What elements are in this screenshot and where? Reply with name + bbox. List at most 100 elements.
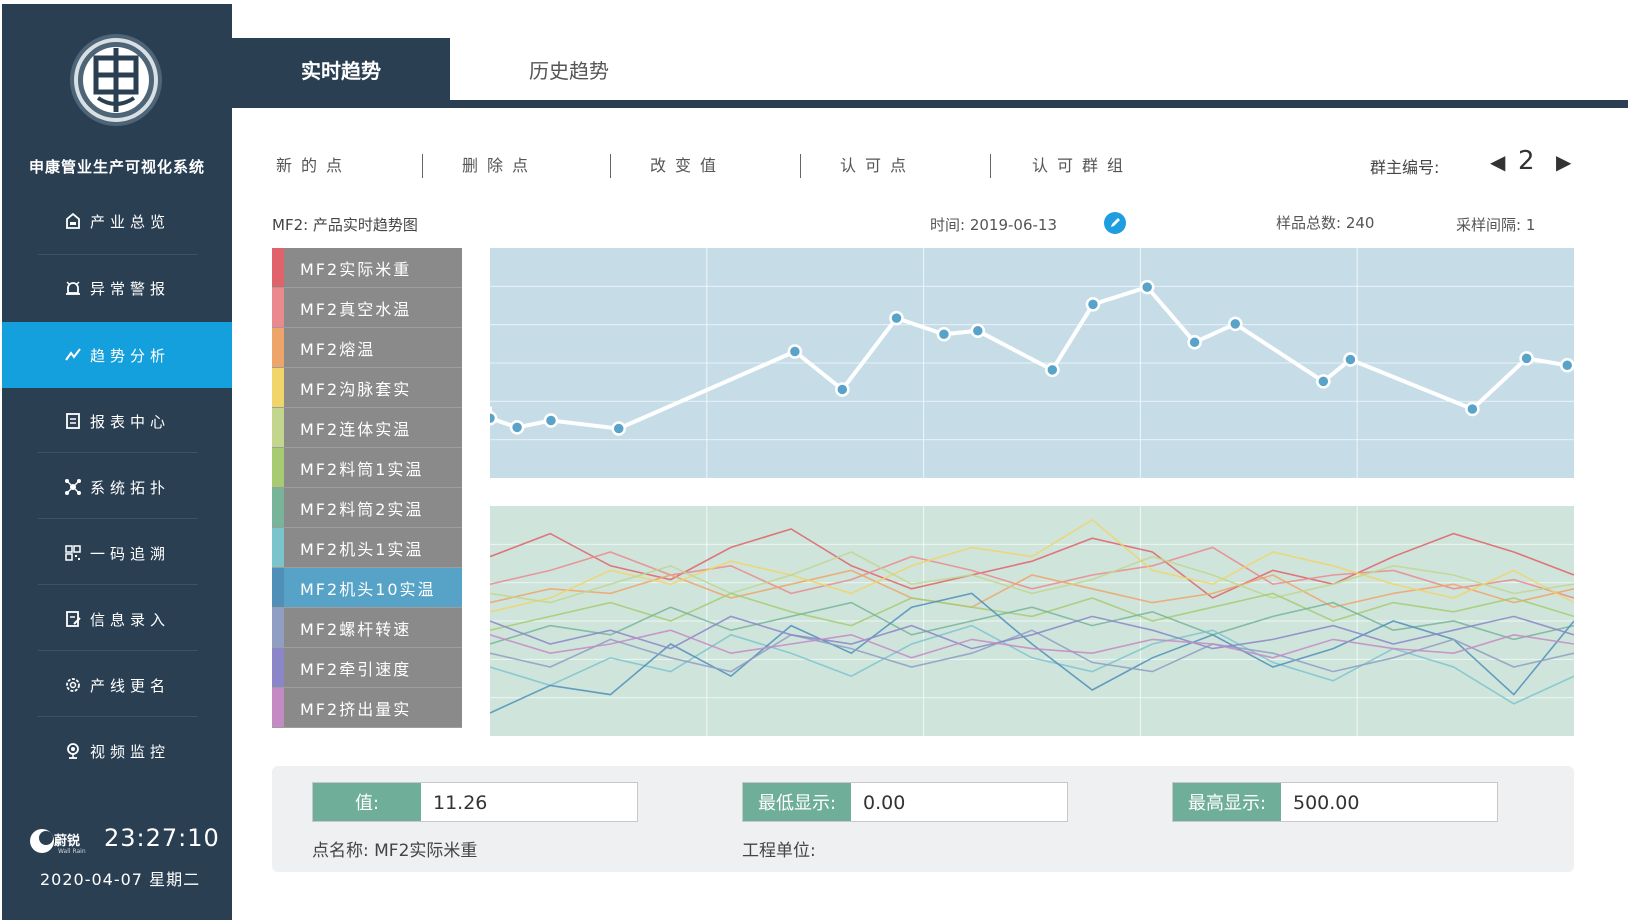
- data-point: [1559, 358, 1574, 373]
- legend-item[interactable]: MF2牵引速度: [272, 648, 462, 688]
- nav-divider: [38, 716, 198, 717]
- toolbar-divider: [800, 154, 801, 178]
- edit-icon: [66, 611, 81, 627]
- home-icon: [66, 212, 80, 229]
- legend-label: MF2牵引速度: [300, 659, 412, 679]
- toolbar-divider: [990, 154, 991, 178]
- legend-label: MF2熔温: [300, 339, 376, 359]
- nav-item-overview[interactable]: 产业总览: [2, 188, 232, 254]
- report-icon: [66, 413, 80, 429]
- camera-icon: [67, 743, 79, 759]
- legend-color-swatch: [272, 368, 284, 407]
- data-point: [970, 323, 986, 339]
- calendar-edit-icon[interactable]: [1104, 212, 1126, 234]
- new-point-button[interactable]: 新的点: [276, 152, 351, 176]
- alarm-icon: [65, 281, 80, 295]
- min-display-field: 最低显示:: [742, 782, 1068, 823]
- data-point: [1519, 351, 1534, 366]
- nav-item-rename[interactable]: 产线更名: [2, 652, 232, 718]
- nav-divider: [38, 518, 198, 519]
- nav-item-trend[interactable]: 趋势分析: [2, 322, 232, 388]
- clock-time: 23:27:10: [104, 824, 220, 852]
- legend-label: MF2连体实温: [300, 419, 412, 439]
- nav-label: 报表中心: [89, 412, 170, 431]
- group-number-label: 群主编号:: [1370, 158, 1440, 177]
- data-point: [509, 420, 525, 435]
- legend-item[interactable]: MF2真空水温: [272, 288, 462, 328]
- brand-name: 蔚锐: [54, 834, 81, 849]
- legend-label: MF2沟脉套实: [300, 379, 412, 399]
- group-prev-arrow-icon[interactable]: ◀: [1490, 150, 1505, 174]
- toolbar-divider: [422, 154, 423, 178]
- legend-item[interactable]: MF2挤出量实: [272, 688, 462, 728]
- data-point: [1085, 297, 1101, 312]
- nav-divider: [38, 650, 198, 651]
- legend-item[interactable]: MF2实际米重: [272, 248, 462, 288]
- approve-group-button[interactable]: 认可群组: [1032, 152, 1132, 176]
- data-point: [936, 327, 952, 342]
- data-point: [787, 344, 803, 359]
- legend-color-swatch: [272, 528, 284, 567]
- data-point: [835, 382, 850, 397]
- legend-item[interactable]: MF2连体实温: [272, 408, 462, 448]
- legend-item[interactable]: MF2机头10实温: [272, 568, 462, 608]
- approve-point-button[interactable]: 认可点: [840, 152, 915, 176]
- toolbar-divider: [610, 154, 611, 178]
- chart-info-row: MF2: 产品实时趋势图 时间: 2019-06-13 样品总数: 240 采样…: [272, 210, 1572, 240]
- max-display-label: 最高显示:: [1173, 783, 1281, 821]
- nav-item-trace[interactable]: 一码追溯: [2, 520, 232, 586]
- legend-color-swatch: [272, 448, 284, 487]
- nav-item-video[interactable]: 视频监控: [2, 718, 232, 784]
- legend-item[interactable]: MF2料筒2实温: [272, 488, 462, 528]
- topology-icon: [64, 479, 81, 495]
- chart-time: 时间: 2019-06-13: [930, 216, 1057, 234]
- change-value-button[interactable]: 改变值: [650, 152, 725, 176]
- data-point: [1316, 374, 1331, 389]
- nav-item-input[interactable]: 信息录入: [2, 586, 232, 652]
- legend-color-swatch: [272, 408, 284, 447]
- nav-label: 视频监控: [89, 742, 170, 761]
- toolbar: 新的点 删除点 改变值 认可点 认可群组 群主编号: ◀ 2 ▶: [232, 140, 1628, 188]
- nav-item-topology[interactable]: 系统拓扑: [2, 454, 232, 520]
- tab-realtime-trend[interactable]: 实时趋势: [232, 38, 450, 100]
- value-input[interactable]: [431, 783, 635, 823]
- min-display-input[interactable]: [861, 783, 1065, 823]
- legend-item[interactable]: MF2螺杆转速: [272, 608, 462, 648]
- legend-label: MF2实际米重: [300, 259, 412, 279]
- nav-label: 异常警报: [89, 279, 170, 298]
- sample-interval: 采样间隔: 1: [1456, 216, 1536, 234]
- legend-label: MF2料筒2实温: [300, 499, 424, 519]
- nav-item-alarm[interactable]: 异常警报: [2, 255, 232, 321]
- system-title: 申康管业生产可视化系统: [28, 158, 205, 176]
- legend-item[interactable]: MF2沟脉套实: [272, 368, 462, 408]
- value-label: 值:: [313, 783, 421, 821]
- data-point: [1228, 316, 1243, 332]
- nav-divider: [38, 452, 198, 453]
- legend-label: MF2机头10实温: [300, 579, 436, 599]
- clock-date: 2020-04-07 星期二: [40, 870, 201, 889]
- sidebar: 申康管业生产可视化系统 产业总览 异常警报 趋势分析 报表中心 系统拓扑 一码追…: [2, 4, 232, 920]
- data-point: [490, 410, 498, 426]
- data-point: [1187, 335, 1202, 350]
- value-field: 值:: [312, 782, 638, 823]
- data-point: [1343, 352, 1358, 367]
- settings-icon: [66, 678, 80, 692]
- data-point: [1045, 362, 1060, 378]
- legend-color-swatch: [272, 288, 284, 327]
- tab-history-trend[interactable]: 历史趋势: [460, 38, 678, 100]
- nav-divider: [38, 584, 198, 585]
- legend-color-swatch: [272, 608, 284, 647]
- legend-item[interactable]: MF2料筒1实温: [272, 448, 462, 488]
- group-next-arrow-icon[interactable]: ▶: [1556, 150, 1571, 174]
- point-name: 点名称: MF2实际米重: [312, 841, 478, 861]
- nav-item-report[interactable]: 报表中心: [2, 388, 232, 454]
- nav-label: 系统拓扑: [89, 478, 170, 497]
- qrcode-icon: [65, 545, 81, 561]
- legend-color-swatch: [272, 248, 284, 287]
- brand-subtitle: Wall Rain: [58, 848, 86, 855]
- legend-item[interactable]: MF2熔温: [272, 328, 462, 368]
- legend-item[interactable]: MF2机头1实温: [272, 528, 462, 568]
- max-display-input[interactable]: [1291, 783, 1495, 823]
- legend-label: MF2机头1实温: [300, 539, 424, 559]
- delete-point-button[interactable]: 删除点: [462, 152, 537, 176]
